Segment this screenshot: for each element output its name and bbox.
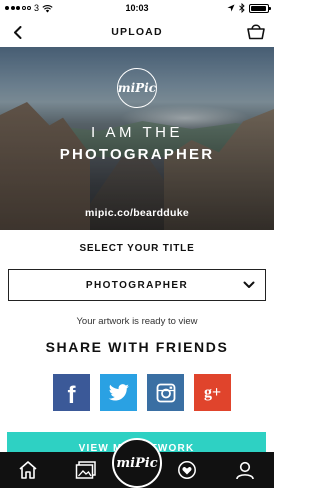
gallery-icon xyxy=(75,461,96,479)
chevron-down-icon xyxy=(243,281,255,288)
tab-mipic-home[interactable]: miPic xyxy=(112,438,162,488)
facebook-share-button[interactable]: f xyxy=(53,374,90,411)
title-dropdown[interactable]: PHOTOGRAPHER xyxy=(8,269,266,301)
signal-strength-icon xyxy=(5,6,31,10)
carrier-label: 3 xyxy=(34,3,40,13)
home-icon xyxy=(19,461,37,479)
status-right xyxy=(227,3,271,13)
hero-url: mipic.co/beardduke xyxy=(84,207,189,219)
twitter-share-button[interactable] xyxy=(100,374,137,411)
google-plus-share-button[interactable]: g+ xyxy=(194,374,231,411)
battery-icon xyxy=(249,3,271,13)
status-left: 3 xyxy=(5,3,53,13)
status-bar: 3 10:03 xyxy=(0,0,274,16)
back-arrow-icon xyxy=(13,25,21,39)
favourites-icon xyxy=(178,461,196,479)
nav-bar: UPLOAD xyxy=(0,17,274,47)
page-title: UPLOAD xyxy=(111,26,163,38)
instagram-share-button[interactable] xyxy=(147,374,184,411)
location-icon xyxy=(227,4,235,12)
artwork-ready-text: Your artwork is ready to view xyxy=(76,316,198,327)
facebook-icon: f xyxy=(67,381,76,409)
wifi-icon xyxy=(42,4,53,12)
share-heading: SHARE WITH FRIENDS xyxy=(45,339,229,355)
tab-favourites[interactable] xyxy=(175,458,199,482)
select-title-label: SELECT YOUR TITLE xyxy=(79,243,195,254)
tab-bar: miPic xyxy=(0,438,274,488)
hero-title-line1: I AM THE xyxy=(91,124,183,141)
hero-photo: miPic I AM THE PHOTOGRAPHER mipic.co/bea… xyxy=(0,47,274,230)
hero-title-line2: PHOTOGRAPHER xyxy=(59,146,215,163)
logo-text: miPic xyxy=(117,81,157,95)
tab-gallery[interactable] xyxy=(74,458,98,482)
tab-profile[interactable] xyxy=(233,458,257,482)
profile-icon xyxy=(236,461,254,480)
bluetooth-icon xyxy=(239,3,245,13)
basket-icon xyxy=(247,24,265,40)
title-dropdown-value: PHOTOGRAPHER xyxy=(85,279,189,291)
twitter-icon xyxy=(108,383,129,401)
status-time: 10:03 xyxy=(125,3,149,13)
mipic-logo: miPic xyxy=(117,68,157,108)
basket-button[interactable] xyxy=(246,21,266,41)
back-button[interactable] xyxy=(8,23,26,41)
instagram-icon xyxy=(156,383,175,402)
tab-mipic-logo: miPic xyxy=(116,455,158,471)
google-plus-icon: g+ xyxy=(203,383,222,401)
battery-level xyxy=(251,5,267,11)
tab-home[interactable] xyxy=(16,458,40,482)
share-buttons: f g+ xyxy=(53,374,231,411)
